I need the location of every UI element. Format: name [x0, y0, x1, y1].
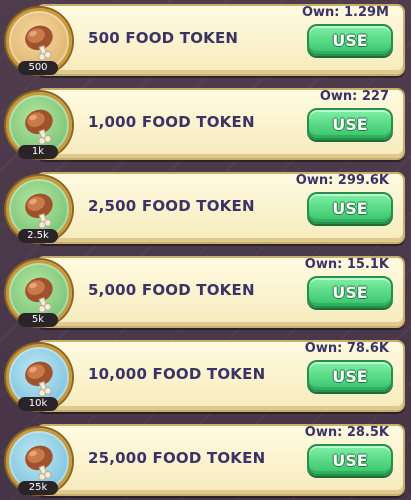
- use-button[interactable]: USE: [307, 192, 393, 224]
- use-button[interactable]: USE: [307, 444, 393, 476]
- token-amount-badge: 500: [18, 61, 58, 75]
- owned-count: Own: 299.6K: [295, 173, 389, 188]
- token-title: 10,000 FOOD TOKEN: [88, 365, 266, 383]
- owned-count: Own: 15.1K: [304, 257, 389, 272]
- owned-count: Own: 78.6K: [304, 341, 389, 356]
- token-amount-badge: 2.5k: [18, 229, 58, 243]
- token-amount-badge: 10k: [18, 397, 58, 411]
- token-amount-badge: 1k: [18, 145, 58, 159]
- list-item: 5k 5,000 FOOD TOKEN Own: 15.1K USE: [4, 254, 407, 330]
- token-title: 500 FOOD TOKEN: [88, 29, 239, 47]
- list-item: 1k 1,000 FOOD TOKEN Own: 227 USE: [4, 86, 407, 162]
- token-title: 1,000 FOOD TOKEN: [88, 113, 255, 131]
- owned-count: Own: 28.5K: [304, 425, 389, 440]
- owned-count: Own: 1.29M: [301, 5, 389, 20]
- token-title: 2,500 FOOD TOKEN: [88, 197, 255, 215]
- list-item: 25k 25,000 FOOD TOKEN Own: 28.5K USE: [4, 422, 407, 498]
- use-button[interactable]: USE: [307, 108, 393, 140]
- use-button[interactable]: USE: [307, 276, 393, 308]
- use-button[interactable]: USE: [307, 24, 393, 56]
- use-button[interactable]: USE: [307, 360, 393, 392]
- list-item: 500 500 FOOD TOKEN Own: 1.29M USE: [4, 2, 407, 78]
- token-title: 25,000 FOOD TOKEN: [88, 449, 266, 467]
- token-title: 5,000 FOOD TOKEN: [88, 281, 255, 299]
- list-item: 2.5k 2,500 FOOD TOKEN Own: 299.6K USE: [4, 170, 407, 246]
- token-amount-badge: 5k: [18, 313, 58, 327]
- owned-count: Own: 227: [319, 89, 389, 104]
- token-amount-badge: 25k: [18, 481, 58, 495]
- list-item: 10k 10,000 FOOD TOKEN Own: 78.6K USE: [4, 338, 407, 414]
